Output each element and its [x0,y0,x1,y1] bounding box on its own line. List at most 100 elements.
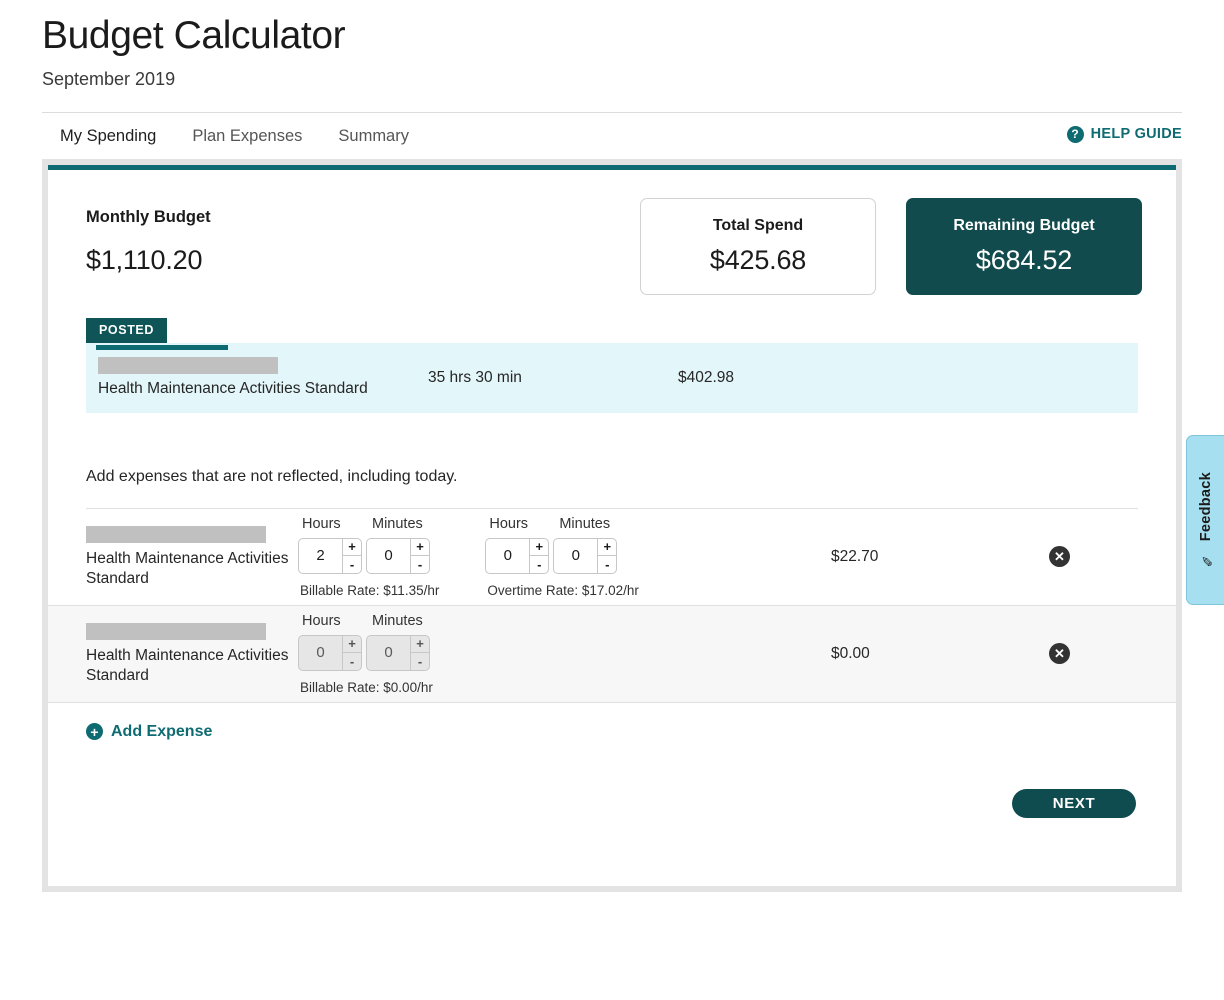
card-footer: NEXT [48,741,1176,818]
posted-name: Health Maintenance Activities Standard [98,380,368,398]
feedback-tab[interactable]: ✎ Feedback [1186,435,1224,605]
billable-minutes-decrement[interactable]: - [411,653,429,670]
feedback-label: Feedback [1197,472,1214,542]
status-badge: POSTED [86,317,167,343]
billable-minutes-value[interactable]: 0 [367,539,410,573]
active-tab-underline [96,344,228,350]
tab-summary[interactable]: Summary [320,127,427,159]
plus-circle-icon: + [86,723,103,741]
billable-minutes-increment[interactable]: + [411,636,429,654]
page-header: Budget Calculator September 2019 [0,0,1224,90]
billable-headers: Hours Minutes [298,613,436,635]
overtime-minutes-buttons: + - [597,538,617,573]
posted-description: Health Maintenance Activities Standard [98,357,428,398]
tab-plan-expenses[interactable]: Plan Expenses [174,127,320,159]
monthly-budget-label: Monthly Budget [86,207,211,226]
add-expense-label: Add Expense [111,722,213,740]
billable-hours-value[interactable]: 0 [299,636,342,670]
overtime-time-group: Hours Minutes 0 + - 0 + - Overtime Rate:… [485,516,639,598]
billable-hours-increment[interactable]: + [343,636,361,654]
add-expense-button[interactable]: + Add Expense [48,703,1176,741]
billable-minutes-value[interactable]: 0 [367,636,410,670]
billable-hours-label: Hours [302,612,341,629]
total-spend-value: $425.68 [709,244,807,275]
remove-expense-icon[interactable]: ✕ [1049,643,1070,665]
overtime-rate: Overtime Rate: $17.02/hr [487,582,639,598]
expense-row: Health Maintenance Activities Standard H… [48,605,1176,703]
billable-hours-buttons: + - [342,635,361,670]
help-guide-label: HELP GUIDE [1090,126,1182,143]
posted-row: Health Maintenance Activities Standard 3… [86,342,1138,413]
tab-list: My Spending Plan Expenses Summary [42,113,427,159]
remaining-budget-value: $684.52 [975,244,1073,275]
overtime-minutes-label: Minutes [559,515,611,532]
billable-minutes-decrement[interactable]: - [411,556,429,573]
next-button[interactable]: NEXT [1012,788,1136,818]
total-spend-card: Total Spend $425.68 [640,197,876,295]
billable-minutes-buttons: + - [410,538,429,573]
billable-hours-label: Hours [302,515,341,532]
redacted-bar [86,622,266,640]
overtime-hours-value[interactable]: 0 [486,539,529,573]
billable-minutes-buttons: + - [410,635,429,670]
overtime-hours-buttons: + - [529,538,549,573]
remaining-budget-label: Remaining Budget [953,216,1095,234]
billable-time-group: Hours Minutes 0 + - 0 + - Billable Rate:… [298,613,436,695]
page-title: Budget Calculator [42,14,346,57]
billable-hours-increment[interactable]: + [343,539,361,557]
overtime-minutes-increment[interactable]: + [598,539,617,557]
billable-headers: Hours Minutes [298,516,439,538]
overtime-hours-label: Hours [489,515,529,532]
billable-minutes-label: Minutes [372,515,423,532]
expense-description: Health Maintenance Activities Standard [86,524,298,590]
question-circle-icon: ? [1066,125,1084,143]
billable-minutes-stepper[interactable]: 0 + - [366,634,430,671]
billable-hours-stepper[interactable]: 0 + - [298,634,362,671]
billable-minutes-stepper[interactable]: 0 + - [366,537,430,574]
billable-rate: Billable Rate: $11.35/hr [300,582,440,598]
posted-section: POSTED Health Maintenance Activities Sta… [48,317,1176,413]
overtime-minutes-stepper[interactable]: 0 + - [553,537,618,574]
billable-rate: Billable Rate: $0.00/hr [300,679,433,695]
overtime-steppers: 0 + - 0 + - [485,537,639,574]
tab-my-spending[interactable]: My Spending [42,127,174,159]
total-spend-label: Total Spend [712,216,804,234]
expense-name: Health Maintenance Activities Standard [86,646,289,685]
content-card: Monthly Budget $1,110.20 Total Spend $42… [48,164,1176,886]
redacted-bar [98,357,278,375]
billable-hours-decrement[interactable]: - [343,653,361,670]
overtime-hours-stepper[interactable]: 0 + - [485,537,550,574]
billable-minutes-label: Minutes [372,612,423,629]
overtime-hours-increment[interactable]: + [530,539,549,557]
billable-hours-buttons: + - [342,538,361,573]
overtime-headers: Hours Minutes [485,516,639,538]
page-root: Budget Calculator September 2019 My Spen… [0,0,1224,1000]
expense-name: Health Maintenance Activities Standard [86,549,289,588]
help-guide-link[interactable]: ? HELP GUIDE [1066,125,1182,159]
billable-time-group: Hours Minutes 2 + - 0 + - Billable Rate:… [298,516,439,598]
billable-minutes-increment[interactable]: + [411,539,429,557]
billable-steppers: 0 + - 0 + - [298,634,436,671]
billable-hours-stepper[interactable]: 2 + - [298,537,362,574]
overtime-minutes-decrement[interactable]: - [598,556,616,573]
page-subtitle: September 2019 [42,68,176,89]
add-expenses-note: Add expenses that are not reflected, inc… [86,467,458,485]
expense-amount: $22.70 [831,547,879,565]
billable-hours-value[interactable]: 2 [299,539,342,573]
monthly-budget-value: $1,110.20 [86,244,203,275]
expense-row: Health Maintenance Activities Standard H… [48,509,1176,606]
remaining-budget-card: Remaining Budget $684.52 [906,197,1142,295]
overtime-hours-decrement[interactable]: - [530,556,548,573]
expense-amount: $0.00 [831,644,870,662]
feedback-pencil-icon: ✎ [1197,551,1214,568]
budget-summary: Monthly Budget $1,110.20 Total Spend $42… [48,170,1176,300]
redacted-bar [86,525,266,543]
posted-amount: $402.98 [678,368,735,386]
billable-hours-decrement[interactable]: - [343,556,361,573]
posted-time: 35 hrs 30 min [428,368,522,386]
remove-expense-icon[interactable]: ✕ [1049,546,1070,568]
overtime-minutes-value[interactable]: 0 [554,539,597,573]
tab-bar: My Spending Plan Expenses Summary ? HELP… [42,113,1182,159]
monthly-budget: Monthly Budget $1,110.20 [86,198,640,276]
billable-steppers: 2 + - 0 + - [298,537,439,574]
